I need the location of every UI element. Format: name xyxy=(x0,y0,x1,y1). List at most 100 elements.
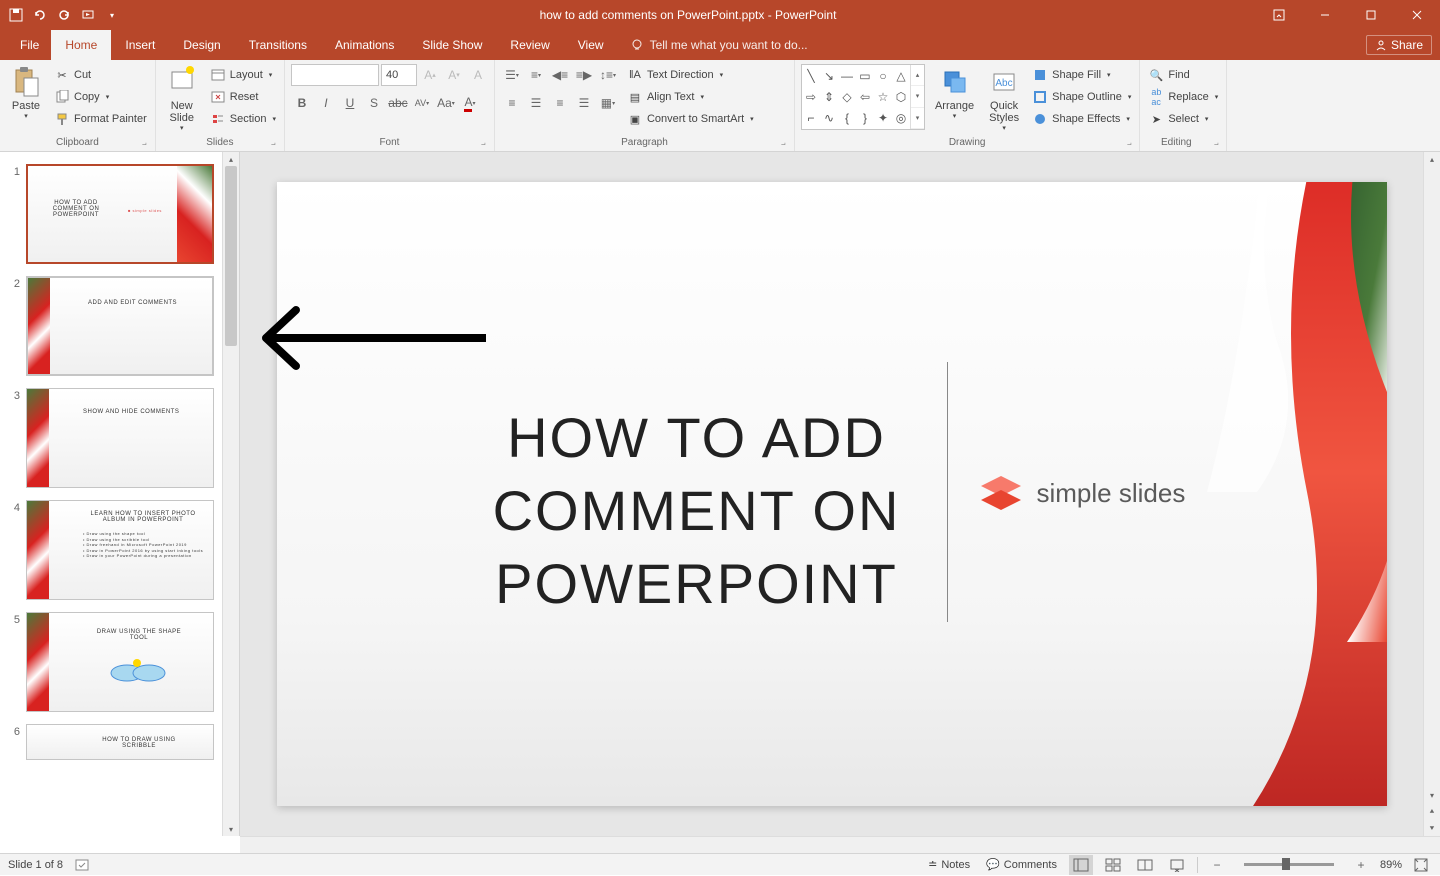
shape-brace-r-icon[interactable]: } xyxy=(856,108,874,129)
maximize-button[interactable] xyxy=(1348,0,1394,30)
canvas-scrollbar-horizontal[interactable] xyxy=(240,836,1440,853)
smartart-button[interactable]: ▣Convert to SmartArt▾ xyxy=(625,108,756,130)
copy-button[interactable]: Copy▾ xyxy=(52,86,149,108)
change-case-icon[interactable]: Aa▾ xyxy=(435,92,457,114)
shape-effects-button[interactable]: Shape Effects▾ xyxy=(1030,108,1133,130)
tab-view[interactable]: View xyxy=(564,30,618,60)
replace-button[interactable]: abacReplace▾ xyxy=(1146,86,1220,108)
font-size-input[interactable] xyxy=(381,64,417,86)
align-right-icon[interactable]: ≡ xyxy=(549,92,571,114)
shape-line-icon[interactable]: ╲ xyxy=(802,65,820,86)
undo-icon[interactable] xyxy=(32,7,48,23)
shape-hex-icon[interactable]: ⬡ xyxy=(892,86,910,107)
shape-callout-icon[interactable]: ◎ xyxy=(892,108,910,129)
shape-rect-icon[interactable]: ▭ xyxy=(856,65,874,86)
line-spacing-icon[interactable]: ↕≡▾ xyxy=(597,64,619,86)
shadow-icon[interactable]: S xyxy=(363,92,385,114)
shape-star-icon[interactable]: ☆ xyxy=(874,86,892,107)
strikethrough-icon[interactable]: abc xyxy=(387,92,409,114)
panel-scrollbar[interactable]: ▴ ▾ xyxy=(222,152,239,836)
main-slide[interactable]: HOW TO ADD COMMENT ON POWERPOINT simple … xyxy=(277,182,1387,806)
shape-arrow-icon[interactable]: ↘ xyxy=(820,65,838,86)
font-name-input[interactable] xyxy=(291,64,379,86)
slide-thumbnail-6[interactable]: HOW TO DRAW USING SCRIBBLE xyxy=(26,724,214,760)
tab-transitions[interactable]: Transitions xyxy=(235,30,321,60)
slide-logo[interactable]: simple slides xyxy=(977,472,1186,514)
text-direction-button[interactable]: ‖AText Direction▾ xyxy=(625,64,756,86)
format-painter-button[interactable]: Format Painter xyxy=(52,108,149,130)
slide-indicator[interactable]: Slide 1 of 8 xyxy=(8,859,63,871)
fit-to-window-icon[interactable] xyxy=(1410,854,1432,876)
shape-star2-icon[interactable]: ✦ xyxy=(874,108,892,129)
canvas-scrollbar-vertical[interactable]: ▴ ▾ ⯅ ⯆ xyxy=(1423,152,1440,836)
share-button[interactable]: Share xyxy=(1366,35,1432,55)
tab-design[interactable]: Design xyxy=(169,30,234,60)
zoom-in-icon[interactable]: + xyxy=(1350,854,1372,876)
char-spacing-icon[interactable]: AV▾ xyxy=(411,92,433,114)
decrease-font-icon[interactable]: A▾ xyxy=(443,64,465,86)
shape-outline-button[interactable]: Shape Outline▾ xyxy=(1030,86,1133,108)
shapes-gallery[interactable]: ╲ ↘ — ▭ ○ △ ⇨ ⇕ ◇ ⇦ ☆ ⬡ ⌐ ∿ { } ✦ xyxy=(801,64,925,130)
font-color-icon[interactable]: A▾ xyxy=(459,92,481,114)
comments-button[interactable]: 💬Comments xyxy=(982,854,1061,876)
shape-arrow-ud-icon[interactable]: ⇕ xyxy=(820,86,838,107)
zoom-level[interactable]: 89% xyxy=(1380,859,1402,871)
underline-icon[interactable]: U xyxy=(339,92,361,114)
tab-slideshow[interactable]: Slide Show xyxy=(408,30,496,60)
new-slide-button[interactable]: New Slide ▾ xyxy=(162,64,202,134)
reset-button[interactable]: Reset xyxy=(208,86,278,108)
ribbon-display-options[interactable] xyxy=(1256,0,1302,30)
tab-animations[interactable]: Animations xyxy=(321,30,408,60)
section-button[interactable]: Section▾ xyxy=(208,108,278,130)
slide-title[interactable]: HOW TO ADD COMMENT ON POWERPOINT xyxy=(447,402,947,620)
cut-button[interactable]: ✂Cut xyxy=(52,64,149,86)
decrease-indent-icon[interactable]: ◀≡ xyxy=(549,64,571,86)
shape-connector-icon[interactable]: ⌐ xyxy=(802,108,820,129)
align-left-icon[interactable]: ≡ xyxy=(501,92,523,114)
shape-diamond-icon[interactable]: ◇ xyxy=(838,86,856,107)
minimize-button[interactable] xyxy=(1302,0,1348,30)
align-text-button[interactable]: ▤Align Text▾ xyxy=(625,86,756,108)
zoom-out-icon[interactable]: − xyxy=(1206,854,1228,876)
shapes-scroll[interactable]: ▴▾▾ xyxy=(910,65,924,129)
increase-indent-icon[interactable]: ≡▶ xyxy=(573,64,595,86)
italic-icon[interactable]: I xyxy=(315,92,337,114)
spellcheck-icon[interactable] xyxy=(75,858,91,872)
arrange-button[interactable]: Arrange▾ xyxy=(931,64,978,122)
tab-insert[interactable]: Insert xyxy=(111,30,169,60)
shape-brace-l-icon[interactable]: { xyxy=(838,108,856,129)
notes-button[interactable]: ≐Notes xyxy=(924,854,974,876)
shape-arrow-l-icon[interactable]: ⇦ xyxy=(856,86,874,107)
tab-review[interactable]: Review xyxy=(496,30,563,60)
save-icon[interactable] xyxy=(8,7,24,23)
slide-thumbnail-5[interactable]: DRAW USING THE SHAPE TOOL xyxy=(26,612,214,712)
shape-curve-icon[interactable]: ∿ xyxy=(820,108,838,129)
align-center-icon[interactable]: ☰ xyxy=(525,92,547,114)
slide-thumbnail-2[interactable]: ADD AND EDIT COMMENTS xyxy=(26,276,214,376)
find-button[interactable]: 🔍Find xyxy=(1146,64,1220,86)
tell-me-search[interactable]: Tell me what you want to do... xyxy=(630,38,808,52)
close-button[interactable] xyxy=(1394,0,1440,30)
zoom-slider[interactable] xyxy=(1244,863,1334,866)
slide-thumbnail-4[interactable]: LEARN HOW TO INSERT PHOTO ALBUM IN POWER… xyxy=(26,500,214,600)
clear-formatting-icon[interactable]: A xyxy=(467,64,489,86)
shape-arrow-r-icon[interactable]: ⇨ xyxy=(802,86,820,107)
layout-button[interactable]: Layout▾ xyxy=(208,64,278,86)
select-button[interactable]: ➤Select▾ xyxy=(1146,108,1220,130)
tab-home[interactable]: Home xyxy=(51,30,111,60)
slide-thumbnail-1[interactable]: HOW TO ADD COMMENT ON POWERPOINT ■ simpl… xyxy=(26,164,214,264)
tab-file[interactable]: File xyxy=(8,30,51,60)
columns-icon[interactable]: ▦▾ xyxy=(597,92,619,114)
justify-icon[interactable]: ☰ xyxy=(573,92,595,114)
shape-fill-button[interactable]: Shape Fill▾ xyxy=(1030,64,1133,86)
bold-icon[interactable]: B xyxy=(291,92,313,114)
increase-font-icon[interactable]: A▴ xyxy=(419,64,441,86)
shape-line2-icon[interactable]: — xyxy=(838,65,856,86)
numbering-icon[interactable]: ≡▾ xyxy=(525,64,547,86)
quick-styles-button[interactable]: Abc Quick Styles▾ xyxy=(984,64,1024,134)
redo-icon[interactable] xyxy=(56,7,72,23)
shape-oval-icon[interactable]: ○ xyxy=(874,65,892,86)
bullets-icon[interactable]: ☰▾ xyxy=(501,64,523,86)
qat-dropdown-icon[interactable]: ▾ xyxy=(104,7,120,23)
start-from-beginning-icon[interactable] xyxy=(80,7,96,23)
